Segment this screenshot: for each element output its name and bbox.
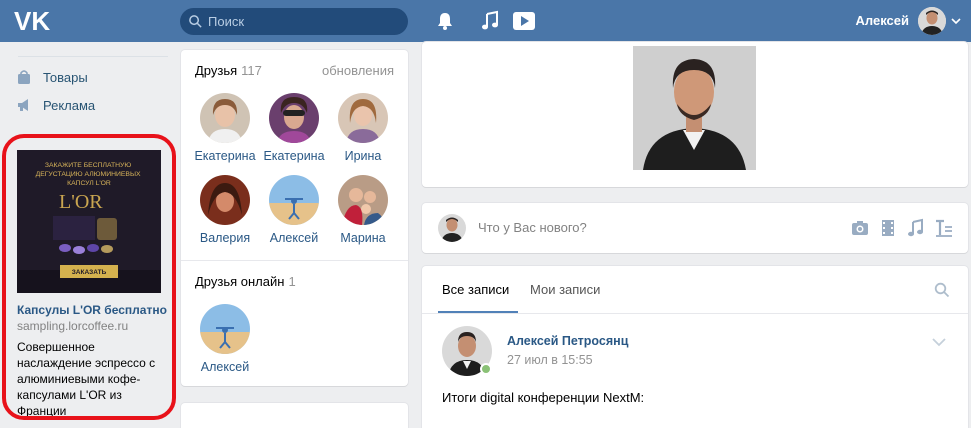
user-avatar[interactable]: [918, 7, 946, 35]
bag-icon: [18, 70, 30, 84]
bell-icon[interactable]: [434, 10, 456, 32]
friend-avatar[interactable]: [200, 304, 250, 354]
friend-item[interactable]: Екатерина: [189, 93, 261, 163]
friend-avatar[interactable]: [338, 93, 388, 143]
profile-photo[interactable]: [633, 46, 756, 170]
article-icon[interactable]: [934, 218, 954, 238]
friend-item[interactable]: Марина: [327, 175, 399, 245]
camera-icon[interactable]: [850, 218, 870, 238]
friend-name[interactable]: Ирина: [327, 149, 399, 163]
search-placeholder: Поиск: [208, 14, 245, 29]
play-icon[interactable]: [512, 10, 536, 32]
friend-avatar[interactable]: [338, 175, 388, 225]
friends-updates-link[interactable]: обновления: [322, 63, 394, 78]
friend-item[interactable]: Алексей: [258, 175, 330, 245]
friend-avatar[interactable]: [200, 93, 250, 143]
friend-name[interactable]: Валерия: [189, 231, 261, 245]
tab-my-posts[interactable]: Мои записи: [530, 282, 600, 297]
wall-feed: Все записи Мои записи Алексей Петросянц …: [422, 266, 968, 428]
friend-avatar[interactable]: [269, 175, 319, 225]
friends-block: Друзья 117 обновления Екатерина Екатерина…: [181, 50, 408, 386]
friends-online-header[interactable]: Друзья онлайн 1: [195, 274, 296, 289]
megaphone-icon: [18, 99, 28, 111]
composer-avatar: [438, 214, 466, 242]
next-block: [181, 403, 408, 428]
chevron-down-icon[interactable]: [932, 338, 946, 347]
tab-all-posts[interactable]: Все записи: [442, 282, 509, 297]
user-name[interactable]: Алексей: [856, 13, 910, 28]
music-icon[interactable]: [479, 10, 501, 32]
menu-item-goods[interactable]: Товары: [16, 67, 88, 87]
video-icon[interactable]: [878, 218, 898, 238]
divider: [181, 260, 408, 261]
friend-item[interactable]: Екатерина: [258, 93, 330, 163]
friend-name[interactable]: Марина: [327, 231, 399, 245]
search-icon[interactable]: [934, 282, 950, 298]
search-icon: [189, 15, 202, 28]
friend-name[interactable]: Екатерина: [258, 149, 330, 163]
vk-logo-icon[interactable]: VK: [14, 8, 54, 34]
chevron-down-icon[interactable]: [951, 17, 961, 25]
friend-avatar[interactable]: [269, 93, 319, 143]
friend-item[interactable]: Валерия: [189, 175, 261, 245]
top-bar: VK Поиск Алексей: [0, 0, 971, 42]
svg-text:VK: VK: [14, 8, 50, 34]
friends-header[interactable]: Друзья 117: [195, 63, 262, 78]
post-date[interactable]: 27 июл в 15:55: [507, 353, 593, 367]
friends-online-title: Друзья онлайн: [195, 274, 285, 289]
search-input[interactable]: Поиск: [180, 8, 408, 35]
menu-item-label: Реклама: [43, 97, 96, 113]
audio-icon[interactable]: [906, 218, 926, 238]
friend-name[interactable]: Алексей: [258, 231, 330, 245]
friend-item[interactable]: Ирина: [327, 93, 399, 163]
post-composer[interactable]: Что у Вас нового?: [422, 203, 968, 253]
friends-title: Друзья: [195, 63, 238, 78]
menu-item-ads[interactable]: Реклама: [16, 95, 95, 115]
post-author[interactable]: Алексей Петросянц: [507, 334, 628, 348]
friend-name[interactable]: Алексей: [189, 360, 261, 374]
divider: [422, 313, 968, 314]
friends-count: 117: [241, 63, 262, 78]
friend-item[interactable]: Алексей: [189, 304, 261, 374]
friend-name[interactable]: Екатерина: [189, 149, 261, 163]
highlight-ring: [2, 134, 176, 420]
friends-online-count: 1: [288, 274, 296, 289]
friend-avatar[interactable]: [200, 175, 250, 225]
composer-placeholder[interactable]: Что у Вас нового?: [478, 220, 587, 235]
post-text: Итоги digital конференции NextM:: [442, 390, 645, 405]
menu-item-label: Товары: [43, 69, 88, 85]
profile-photo-card: [422, 42, 968, 187]
composer-attachments: [850, 218, 954, 238]
menu-divider: [18, 56, 168, 57]
online-indicator: [480, 363, 492, 375]
